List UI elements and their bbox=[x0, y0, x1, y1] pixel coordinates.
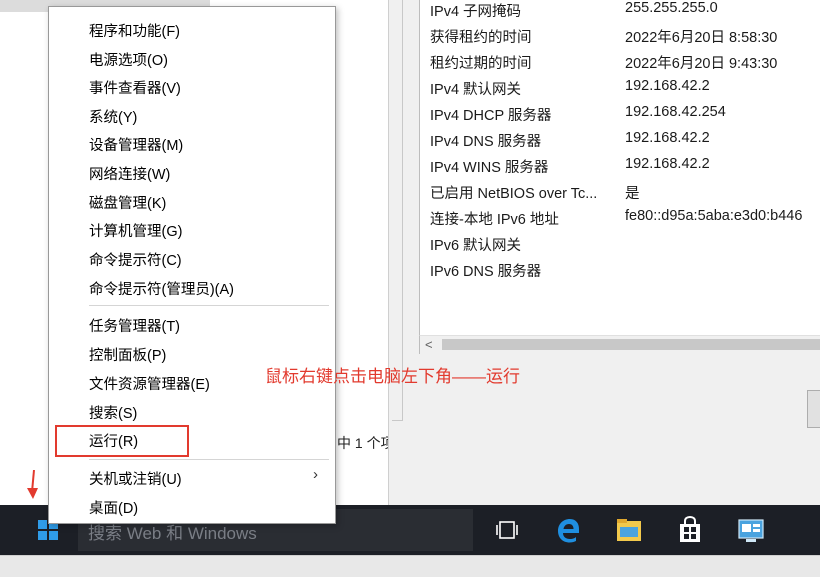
detail-value: 192.168.42.2 bbox=[625, 156, 710, 172]
menu-item-label: 命令提示符(C) bbox=[89, 253, 182, 269]
menu-item-label: 文件资源管理器(E) bbox=[89, 377, 210, 393]
menu-item-network-connections[interactable]: 网络连接(W) bbox=[49, 158, 335, 186]
menu-item-label: 关机或注销(U) bbox=[89, 472, 182, 488]
menu-item-label: 任务管理器(T) bbox=[89, 319, 181, 335]
run-highlight-box bbox=[55, 425, 189, 457]
scroll-thumb[interactable] bbox=[442, 339, 820, 350]
detail-value: fe80::d95a:5aba:e3d0:b446 bbox=[625, 208, 803, 224]
detail-property: IPv4 WINS 服务器 bbox=[430, 160, 549, 176]
detail-row: IPv4 子网掩码 255.255.255.0 bbox=[420, 0, 820, 26]
detail-property: 已启用 NetBIOS over Tc... bbox=[430, 186, 598, 202]
menu-item-search[interactable]: 搜索(S) bbox=[49, 397, 335, 425]
annotation-text: 鼠标右键点击电脑左下角——运行 bbox=[265, 367, 520, 386]
detail-property: IPv4 DHCP 服务器 bbox=[430, 108, 552, 124]
scroll-left-icon[interactable]: < bbox=[425, 336, 433, 353]
menu-item-label: 磁盘管理(K) bbox=[89, 196, 167, 212]
detail-property: IPv6 DNS 服务器 bbox=[430, 264, 542, 280]
task-view-icon[interactable] bbox=[492, 515, 522, 545]
detail-row: IPv6 DNS 服务器 bbox=[420, 260, 820, 286]
menu-item-system[interactable]: 系统(Y) bbox=[49, 101, 335, 129]
store-icon[interactable] bbox=[675, 515, 705, 545]
detail-property: IPv6 默认网关 bbox=[430, 238, 522, 254]
detail-property: IPv4 默认网关 bbox=[430, 82, 522, 98]
menu-item-desktop[interactable]: 桌面(D) bbox=[49, 492, 335, 520]
menu-item-programs-features[interactable]: 程序和功能(F) bbox=[49, 15, 335, 43]
menu-item-label: 控制面板(P) bbox=[89, 348, 167, 364]
red-arrow-annotation-icon bbox=[27, 470, 38, 499]
detail-property: 连接-本地 IPv6 地址 bbox=[430, 212, 559, 228]
network-details-dialog: IPv4 子网掩码 255.255.255.0 获得租约的时间 2022年6月2… bbox=[388, 0, 820, 505]
menu-item-computer-management[interactable]: 计算机管理(G) bbox=[49, 215, 335, 243]
detail-property: 租约过期的时间 bbox=[430, 56, 532, 72]
bottom-scrollbar bbox=[0, 555, 820, 577]
menu-item-disk-management[interactable]: 磁盘管理(K) bbox=[49, 187, 335, 215]
menu-item-label: 网络连接(W) bbox=[89, 167, 171, 183]
menu-item-label: 命令提示符(管理员)(A) bbox=[89, 282, 234, 298]
menu-item-command-prompt-admin[interactable]: 命令提示符(管理员)(A) bbox=[49, 273, 335, 301]
menu-item-label: 计算机管理(G) bbox=[89, 224, 183, 240]
menu-item-label: 搜索(S) bbox=[89, 406, 138, 422]
menu-item-label: 设备管理器(M) bbox=[89, 138, 184, 154]
menu-separator bbox=[89, 305, 329, 306]
detail-row: IPv4 默认网关 192.168.42.2 bbox=[420, 78, 820, 104]
detail-row: 获得租约的时间 2022年6月20日 8:58:30 bbox=[420, 26, 820, 52]
detail-row: 已启用 NetBIOS over Tc... 是 bbox=[420, 182, 820, 208]
winx-context-menu: 程序和功能(F) 电源选项(O) 事件查看器(V) 系统(Y) 设备管理器(M)… bbox=[48, 6, 336, 524]
menu-item-label: 程序和功能(F) bbox=[89, 24, 181, 40]
dialog-frame bbox=[392, 0, 403, 421]
menu-item-command-prompt[interactable]: 命令提示符(C) bbox=[49, 244, 335, 272]
detail-property: 获得租约的时间 bbox=[430, 30, 532, 46]
menu-item-label: 电源选项(O) bbox=[89, 53, 168, 69]
details-list[interactable]: IPv4 子网掩码 255.255.255.0 获得租约的时间 2022年6月2… bbox=[419, 0, 820, 335]
menu-item-label: 事件查看器(V) bbox=[89, 81, 181, 97]
menu-item-label: 桌面(D) bbox=[89, 501, 139, 517]
detail-property: IPv4 DNS 服务器 bbox=[430, 134, 542, 150]
detail-value: 192.168.42.2 bbox=[625, 130, 710, 146]
detail-row: IPv4 WINS 服务器 192.168.42.2 bbox=[420, 156, 820, 182]
menu-item-device-manager[interactable]: 设备管理器(M) bbox=[49, 129, 335, 157]
chevron-right-icon: › bbox=[313, 466, 318, 483]
detail-property: IPv4 子网掩码 bbox=[430, 4, 522, 20]
detail-row: IPv4 DNS 服务器 192.168.42.2 bbox=[420, 130, 820, 156]
menu-item-shutdown-signout[interactable]: 关机或注销(U) › bbox=[49, 463, 335, 491]
edge-icon[interactable] bbox=[553, 515, 583, 545]
menu-item-event-viewer[interactable]: 事件查看器(V) bbox=[49, 72, 335, 100]
detail-value: 192.168.42.254 bbox=[625, 104, 726, 120]
detail-row: 连接-本地 IPv6 地址 fe80::d95a:5aba:e3d0:b446 bbox=[420, 208, 820, 234]
detail-value: 是 bbox=[625, 186, 640, 202]
network-control-icon[interactable] bbox=[736, 515, 766, 545]
horizontal-scrollbar[interactable]: < bbox=[419, 335, 820, 354]
detail-row: IPv4 DHCP 服务器 192.168.42.254 bbox=[420, 104, 820, 130]
menu-item-label: 系统(Y) bbox=[89, 110, 138, 126]
detail-row: IPv6 默认网关 bbox=[420, 234, 820, 260]
detail-value: 192.168.42.2 bbox=[625, 78, 710, 94]
menu-item-task-manager[interactable]: 任务管理器(T) bbox=[49, 310, 335, 338]
detail-row: 租约过期的时间 2022年6月20日 9:43:30 bbox=[420, 52, 820, 78]
detail-value: 2022年6月20日 8:58:30 bbox=[625, 30, 778, 46]
file-explorer-icon[interactable] bbox=[614, 515, 644, 545]
detail-value: 2022年6月20日 9:43:30 bbox=[625, 56, 778, 72]
menu-item-power-options[interactable]: 电源选项(O) bbox=[49, 44, 335, 72]
dialog-close-button[interactable] bbox=[807, 390, 820, 428]
detail-value: 255.255.255.0 bbox=[625, 0, 718, 16]
menu-separator bbox=[89, 459, 329, 460]
